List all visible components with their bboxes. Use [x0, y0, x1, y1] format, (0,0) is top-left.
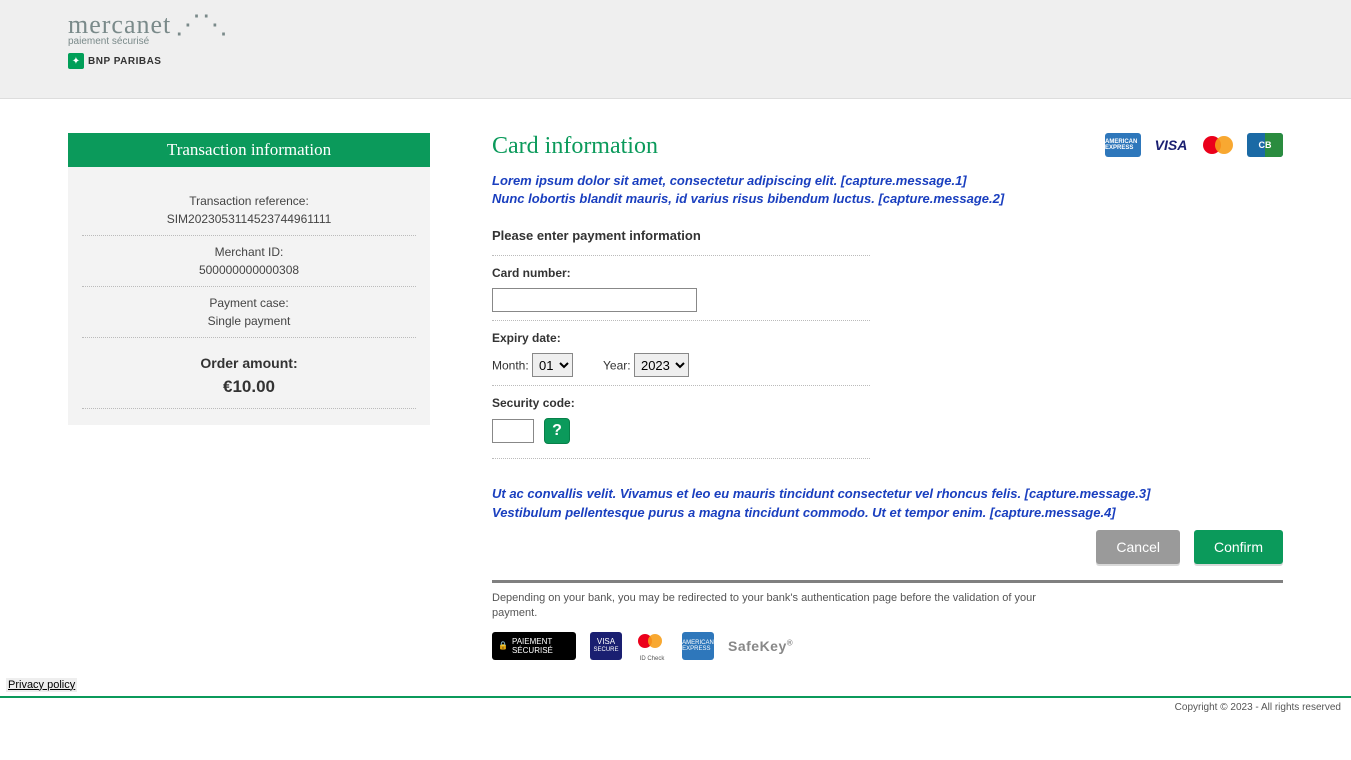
payment-info-prompt: Please enter payment information	[492, 228, 1283, 243]
order-amount-label: Order amount:	[82, 355, 416, 371]
mastercard-id-check-icon: ID Check	[636, 632, 668, 660]
logo-subtitle: paiement sécurisé	[68, 36, 1351, 47]
capture-message-1: Lorem ipsum dolor sit amet, consectetur …	[492, 172, 1283, 190]
visa-secure-icon: VISASECURE	[590, 632, 622, 660]
expiry-date-label: Expiry date:	[492, 331, 870, 345]
amex-icon: AMERICAN EXPRESS	[1105, 133, 1141, 157]
logo-text: mercanet	[68, 10, 171, 39]
cb-icon: CB	[1247, 133, 1283, 157]
bnp-paribas-logo: ✦ BNP PARIBAS	[68, 53, 1351, 69]
capture-message-3: Ut ac convallis velit. Vivamus et leo eu…	[492, 485, 1283, 503]
visa-icon: VISA	[1153, 133, 1189, 157]
bnp-stars-icon: ✦	[68, 53, 84, 69]
security-logos: 🔒PAIEMENT SÉCURISÉ VISASECURE ID Check A…	[492, 632, 1283, 660]
payment-case-value: Single payment	[82, 314, 416, 328]
cancel-button[interactable]: Cancel	[1096, 530, 1180, 564]
accepted-cards: AMERICAN EXPRESS VISA CB	[1105, 133, 1283, 157]
mastercard-icon	[1201, 134, 1235, 156]
confirm-button[interactable]: Confirm	[1194, 530, 1283, 564]
card-number-input[interactable]	[492, 288, 697, 312]
transaction-ref-label: Transaction reference:	[82, 194, 416, 208]
transaction-ref-value: SIM2023053114523744961111	[82, 212, 416, 226]
cb-paiement-securise-icon: 🔒PAIEMENT SÉCURISÉ	[492, 632, 576, 660]
capture-message-2: Nunc lobortis blandit mauris, id varius …	[492, 190, 1283, 208]
order-amount-value: €10.00	[82, 377, 416, 397]
card-form-panel: Card information AMERICAN EXPRESS VISA C…	[492, 133, 1283, 660]
security-code-label: Security code:	[492, 396, 870, 410]
logo-dots-icon: ⋰⋱	[175, 10, 229, 39]
expiry-month-select[interactable]: 010203040506070809101112	[532, 353, 573, 377]
payment-case-label: Payment case:	[82, 296, 416, 310]
privacy-policy-link[interactable]: Privacy policy	[6, 678, 77, 692]
security-code-input[interactable]	[492, 419, 534, 443]
transaction-info-title: Transaction information	[68, 133, 430, 167]
amex-secure-icon: AMERICAN EXPRESS	[682, 632, 714, 660]
transaction-info-panel: Transaction information Transaction refe…	[68, 133, 430, 425]
merchant-id-value: 500000000000308	[82, 263, 416, 277]
expiry-year-select[interactable]: 20232024202520262027202820292030	[634, 353, 689, 377]
capture-message-4: Vestibulum pellentesque purus a magna ti…	[492, 504, 1283, 522]
year-label: Year:	[603, 359, 631, 373]
bnp-text: BNP PARIBAS	[88, 56, 161, 67]
bank-redirect-note: Depending on your bank, you may be redir…	[492, 591, 1052, 622]
copyright-text: Copyright © 2023 - All rights reserved	[0, 698, 1351, 713]
card-number-label: Card number:	[492, 266, 870, 280]
merchant-id-label: Merchant ID:	[82, 245, 416, 259]
security-code-help-button[interactable]: ?	[544, 418, 570, 444]
separator-line	[492, 580, 1283, 583]
card-information-title: Card information	[492, 133, 658, 160]
mercanet-logo: mercanet ⋰⋱ paiement sécurisé ✦ BNP PARI…	[68, 10, 1351, 69]
header: mercanet ⋰⋱ paiement sécurisé ✦ BNP PARI…	[0, 0, 1351, 99]
month-label: Month:	[492, 359, 529, 373]
safekey-icon: SafeKey®	[728, 638, 793, 654]
